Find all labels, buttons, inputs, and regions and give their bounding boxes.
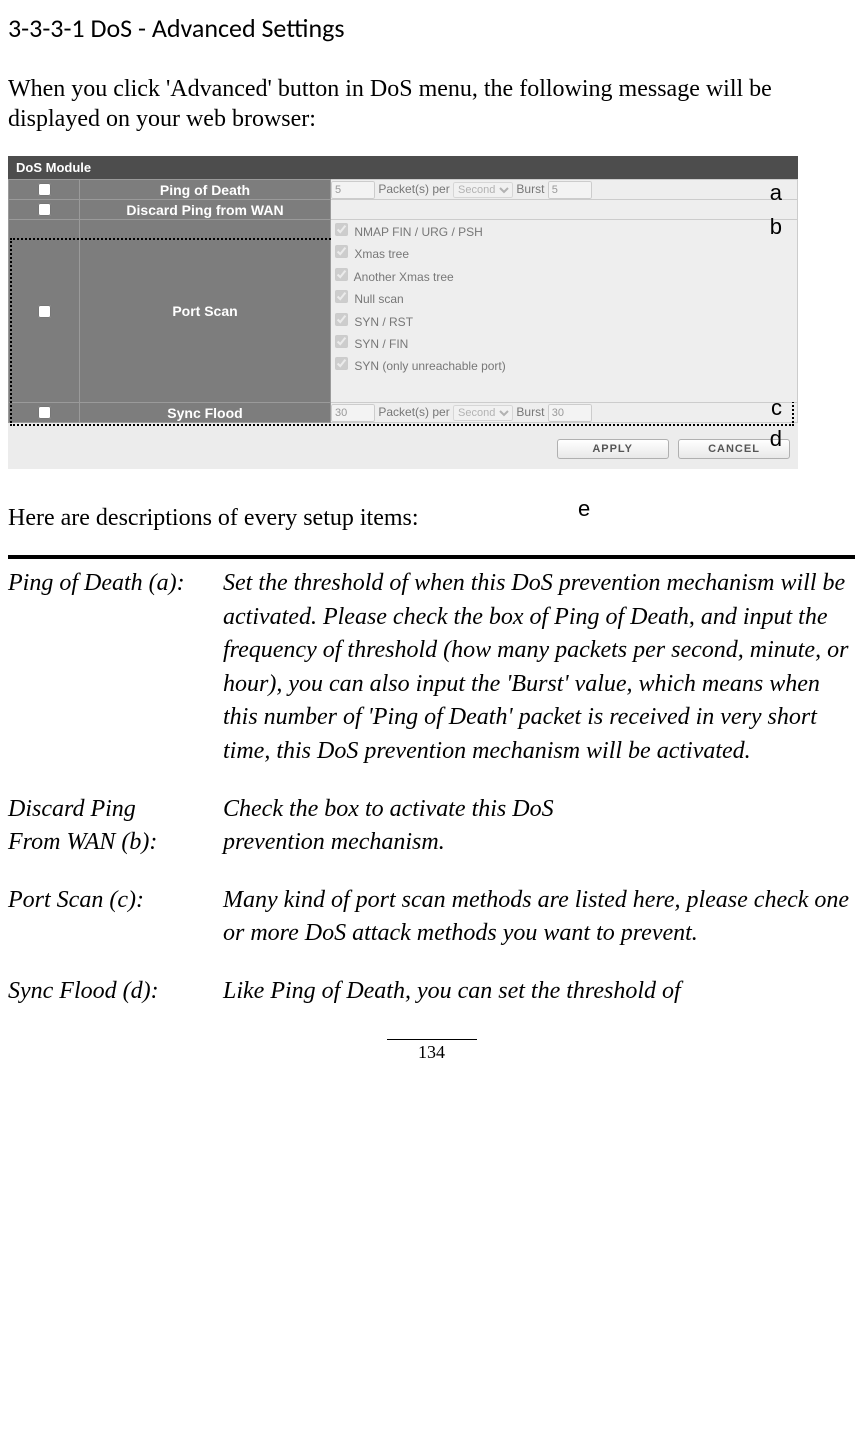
ping-of-death-checkbox[interactable] xyxy=(38,183,51,196)
annotation-a: a xyxy=(770,180,782,206)
scan-item-label-1: Xmas tree xyxy=(354,247,409,261)
scan-item-checkbox-1[interactable] xyxy=(335,245,348,258)
definitions-block: Ping of Death (a): Set the threshold of … xyxy=(8,555,855,1009)
annotation-e: e xyxy=(578,496,590,522)
scan-item-checkbox-4[interactable] xyxy=(335,313,348,326)
page-number: 134 xyxy=(387,1039,477,1063)
scan-item-checkbox-6[interactable] xyxy=(335,357,348,370)
scan-item-checkbox-3[interactable] xyxy=(335,290,348,303)
dos-module-header: DoS Module xyxy=(8,156,798,179)
button-row: APPLY CANCEL xyxy=(8,423,798,469)
port-scan-value-cell: NMAP FIN / URG / PSH Xmas tree Another X… xyxy=(331,220,798,403)
ping-burst-input[interactable] xyxy=(548,181,592,199)
intro-text: When you click 'Advanced' button in DoS … xyxy=(8,74,855,134)
discard-ping-checkbox[interactable] xyxy=(38,203,51,216)
ping-of-death-label: Ping of Death xyxy=(80,180,331,200)
ping-burst-label: Burst xyxy=(516,182,547,196)
annotation-c: c xyxy=(771,395,782,421)
def-sync-term: Sync Flood (d): xyxy=(8,975,223,1009)
def-discard-desc2: prevention mechanism. xyxy=(223,826,855,860)
scan-item-label-5: SYN / FIN xyxy=(354,337,408,351)
def-ping-desc: Set the threshold of when this DoS preve… xyxy=(223,567,855,769)
annotation-b: b xyxy=(770,214,782,240)
scan-item-checkbox-2[interactable] xyxy=(335,268,348,281)
discard-ping-label: Discard Ping from WAN xyxy=(80,200,331,220)
def-discard-desc1: Check the box to activate this DoS xyxy=(223,793,855,827)
ping-unit-select[interactable]: Second xyxy=(453,182,513,198)
ping-packets-label: Packet(s) per xyxy=(378,182,453,196)
ping-packets-input[interactable] xyxy=(331,181,375,199)
ping-of-death-value-cell: Packet(s) per Second Burst xyxy=(331,180,798,200)
apply-button[interactable]: APPLY xyxy=(557,439,669,459)
def-sync-desc: Like Ping of Death, you can set the thre… xyxy=(223,975,855,1009)
scan-item-checkbox-5[interactable] xyxy=(335,335,348,348)
sync-unit-select[interactable]: Second xyxy=(453,405,513,421)
scan-item-label-3: Null scan xyxy=(354,292,403,306)
scan-item-label-0: NMAP FIN / URG / PSH xyxy=(354,225,482,239)
after-shot-text: Here are descriptions of every setup ite… xyxy=(8,503,855,533)
def-discard-term2: From WAN (b): xyxy=(8,826,223,860)
dos-module-screenshot: DoS Module Ping of Death Packet(s) per S… xyxy=(8,156,798,469)
def-discard-term1: Discard Ping xyxy=(8,793,223,827)
def-portscan-term: Port Scan (c): xyxy=(8,884,223,951)
scan-item-label-4: SYN / RST xyxy=(354,315,413,329)
scan-item-label-2: Another Xmas tree xyxy=(354,270,454,284)
scan-item-checkbox-0[interactable] xyxy=(335,223,348,236)
section-heading: 3-3-3-1 DoS - Advanced Settings xyxy=(8,12,855,44)
scan-item-label-6: SYN (only unreachable port) xyxy=(354,359,505,373)
def-portscan-desc: Many kind of port scan methods are liste… xyxy=(223,884,855,951)
annotation-d: d xyxy=(770,426,782,452)
def-ping-term: Ping of Death (a): xyxy=(8,567,223,769)
discard-ping-value-cell xyxy=(331,200,798,220)
